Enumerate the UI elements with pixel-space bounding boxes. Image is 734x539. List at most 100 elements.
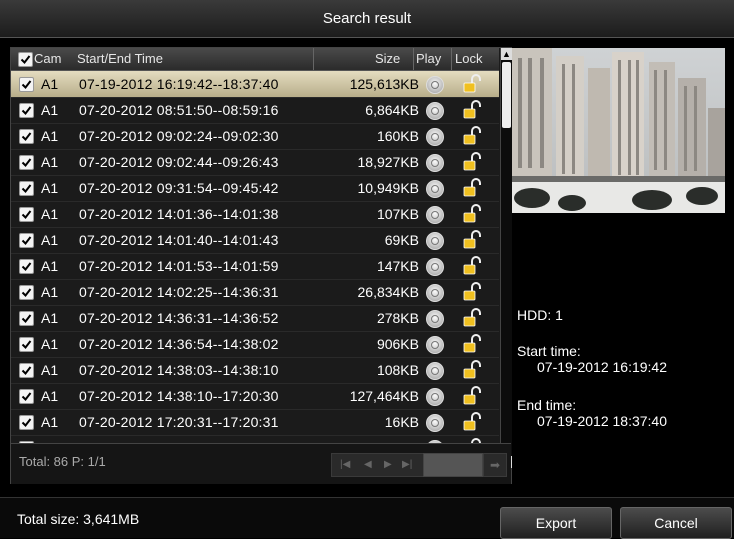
row-checkbox[interactable] <box>19 363 34 378</box>
scroll-up-icon[interactable]: ▲ <box>501 48 512 60</box>
table-row[interactable]: A1 07-20-2012 14:36:31--14:36:52 278KB <box>11 305 499 332</box>
scroll-thumb[interactable] <box>502 62 511 128</box>
unlock-icon[interactable] <box>463 74 481 97</box>
row-checkbox[interactable] <box>19 129 34 144</box>
header-cam[interactable]: Cam <box>34 51 61 66</box>
vertical-scrollbar[interactable]: ▲ ▼ <box>500 48 512 468</box>
play-circle-icon[interactable] <box>426 284 444 302</box>
play-circle-icon[interactable] <box>426 128 444 146</box>
play-circle-icon[interactable] <box>426 102 444 120</box>
unlock-icon[interactable] <box>463 386 481 409</box>
header-size[interactable]: Size <box>375 51 400 66</box>
next-page-icon[interactable]: ▶ <box>384 459 392 470</box>
row-size: 278KB <box>376 310 419 326</box>
row-size: 906KB <box>376 336 419 352</box>
row-size: 16KB <box>384 414 419 430</box>
unlock-icon[interactable] <box>463 152 481 175</box>
first-page-icon[interactable]: |◀ <box>340 459 350 470</box>
row-cam: A1 <box>41 154 59 170</box>
select-all-checkbox[interactable] <box>18 52 33 67</box>
row-cam: A1 <box>41 258 59 274</box>
table-row[interactable]: A1 07-20-2012 09:31:54--09:45:42 10,949KB <box>11 175 499 202</box>
row-time: 07-20-2012 14:01:40--14:01:43 <box>79 232 279 248</box>
play-circle-icon[interactable] <box>426 388 444 406</box>
row-size: 6,864KB <box>365 102 419 118</box>
table-row[interactable]: A1 07-19-2012 16:19:42--18:37:40 125,613KB <box>11 71 499 98</box>
row-cam: A1 <box>41 232 59 248</box>
table-row[interactable]: A1 07-20-2012 14:02:25--14:36:31 26,834KB <box>11 279 499 306</box>
last-page-icon[interactable]: ▶| <box>402 459 412 470</box>
prev-page-icon[interactable]: ◀ <box>364 459 372 470</box>
unlock-icon[interactable] <box>463 126 481 149</box>
row-checkbox[interactable] <box>19 259 34 274</box>
table-row[interactable]: A1 07-20-2012 08:51:50--08:59:16 6,864KB <box>11 97 499 124</box>
unlock-icon[interactable] <box>463 360 481 383</box>
unlock-icon[interactable] <box>463 178 481 201</box>
row-cam: A1 <box>41 102 59 118</box>
end-time-value: 07-19-2012 18:37:40 <box>537 413 667 429</box>
row-time: 07-20-2012 14:36:31--14:36:52 <box>79 310 279 326</box>
row-time: 07-20-2012 09:02:44--09:26:43 <box>79 154 279 170</box>
row-checkbox[interactable] <box>19 285 34 300</box>
total-count: Total: 86 P: 1/1 <box>19 454 106 469</box>
unlock-icon[interactable] <box>463 334 481 357</box>
row-time: 07-20-2012 14:01:53--14:01:59 <box>79 258 279 274</box>
table-row[interactable]: A1 07-20-2012 14:38:03--14:38:10 108KB <box>11 357 499 384</box>
end-time-label: End time: <box>517 397 577 413</box>
row-size: 69KB <box>384 232 419 248</box>
table-row[interactable]: A1 07-20-2012 14:36:54--14:38:02 906KB <box>11 331 499 358</box>
play-circle-icon[interactable] <box>426 180 444 198</box>
table-row[interactable]: A1 07-20-2012 14:01:36--14:01:38 107KB <box>11 201 499 228</box>
row-checkbox[interactable] <box>19 155 34 170</box>
row-time: 07-20-2012 14:36:54--14:38:02 <box>79 336 279 352</box>
row-size: 125,613KB <box>349 76 419 92</box>
unlock-icon[interactable] <box>463 204 481 227</box>
results-list: A1 07-19-2012 16:19:42--18:37:40 125,613KB… <box>11 71 499 468</box>
row-checkbox[interactable] <box>19 337 34 352</box>
row-size: 160KB <box>376 128 419 144</box>
play-circle-icon[interactable] <box>426 310 444 328</box>
unlock-icon[interactable] <box>463 100 481 123</box>
row-time: 07-20-2012 08:51:50--08:59:16 <box>79 102 279 118</box>
row-checkbox[interactable] <box>19 181 34 196</box>
row-checkbox[interactable] <box>19 389 34 404</box>
table-row[interactable]: A1 07-20-2012 14:01:53--14:01:59 147KB <box>11 253 499 280</box>
unlock-icon[interactable] <box>463 308 481 331</box>
table-row[interactable]: A1 07-20-2012 14:01:40--14:01:43 69KB <box>11 227 499 254</box>
unlock-icon[interactable] <box>463 256 481 279</box>
unlock-icon[interactable] <box>463 230 481 253</box>
page-number-input[interactable] <box>423 453 483 477</box>
row-cam: A1 <box>41 414 59 430</box>
window-title: Search result <box>0 0 734 38</box>
row-checkbox[interactable] <box>19 207 34 222</box>
unlock-icon[interactable] <box>463 282 481 305</box>
row-cam: A1 <box>41 128 59 144</box>
row-checkbox[interactable] <box>19 311 34 326</box>
go-page-icon[interactable]: ➡ <box>483 453 507 477</box>
header-time[interactable]: Start/End Time <box>77 51 163 66</box>
row-checkbox[interactable] <box>19 103 34 118</box>
play-circle-icon[interactable] <box>426 258 444 276</box>
row-checkbox[interactable] <box>19 233 34 248</box>
play-circle-icon[interactable] <box>426 206 444 224</box>
table-row[interactable]: A1 07-20-2012 14:38:10--17:20:30 127,464KB <box>11 383 499 410</box>
play-circle-icon[interactable] <box>426 154 444 172</box>
table-row[interactable]: A1 07-20-2012 17:20:31--17:20:31 16KB <box>11 409 499 436</box>
play-circle-icon[interactable] <box>426 362 444 380</box>
results-panel: Cam Start/End Time Size Play Lock A1 07-1… <box>10 47 512 484</box>
search-result-window: Search result Cam Start/End Time Size Pl… <box>0 0 734 539</box>
play-circle-icon[interactable] <box>426 414 444 432</box>
table-row[interactable]: A1 07-20-2012 09:02:24--09:02:30 160KB <box>11 123 499 150</box>
row-size: 108KB <box>376 362 419 378</box>
row-size: 127,464KB <box>349 388 419 404</box>
play-circle-icon[interactable] <box>426 76 444 94</box>
cancel-button[interactable]: Cancel <box>620 507 732 539</box>
export-button[interactable]: Export <box>500 507 612 539</box>
play-circle-icon[interactable] <box>426 336 444 354</box>
play-circle-icon[interactable] <box>426 232 444 250</box>
unlock-icon[interactable] <box>463 412 481 435</box>
row-time: 07-19-2012 16:19:42--18:37:40 <box>79 76 279 92</box>
row-checkbox[interactable] <box>19 415 34 430</box>
table-row[interactable]: A1 07-20-2012 09:02:44--09:26:43 18,927KB <box>11 149 499 176</box>
row-checkbox[interactable] <box>19 77 34 92</box>
